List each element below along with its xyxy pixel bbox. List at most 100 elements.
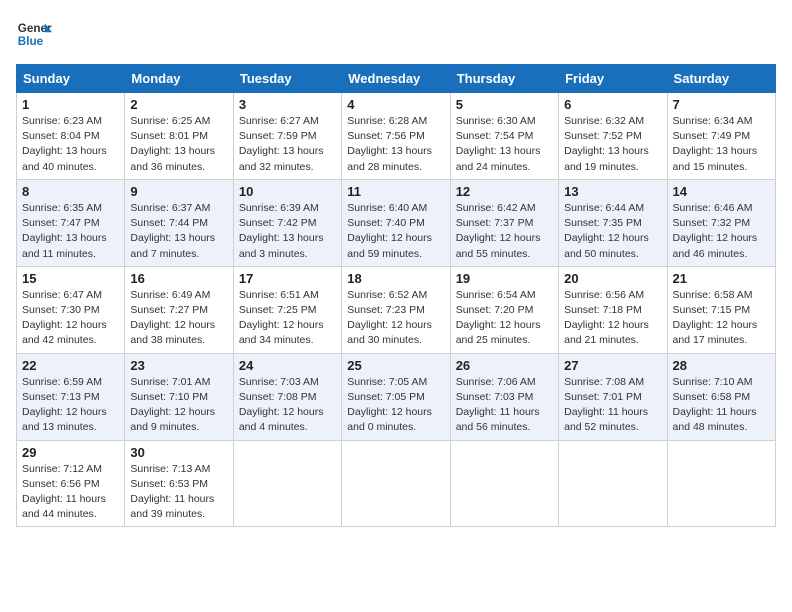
col-header-tuesday: Tuesday — [233, 65, 341, 93]
day-number: 10 — [239, 184, 336, 199]
day-info: Sunrise: 7:05 AMSunset: 7:05 PMDaylight:… — [347, 375, 444, 436]
day-number: 25 — [347, 358, 444, 373]
logo-icon: General Blue — [16, 16, 52, 52]
day-number: 14 — [673, 184, 770, 199]
day-cell-21: 21 Sunrise: 6:58 AMSunset: 7:15 PMDayligh… — [667, 266, 775, 353]
day-cell-6: 6Sunrise: 6:32 AMSunset: 7:52 PMDaylight… — [559, 93, 667, 180]
day-info: Sunrise: 6:27 AMSunset: 7:59 PMDaylight:… — [239, 114, 336, 175]
day-info: Sunrise: 7:10 AMSunset: 6:58 PMDaylight:… — [673, 375, 770, 436]
day-cell-26: 26 Sunrise: 7:06 AMSunset: 7:03 PMDayligh… — [450, 353, 558, 440]
day-number: 27 — [564, 358, 661, 373]
day-info: Sunrise: 6:56 AMSunset: 7:18 PMDaylight:… — [564, 288, 661, 349]
empty-cell — [559, 440, 667, 527]
day-cell-29: 29Sunrise: 7:12 AMSunset: 6:56 PMDayligh… — [17, 440, 125, 527]
day-number: 13 — [564, 184, 661, 199]
day-cell-8: 8 Sunrise: 6:35 AMSunset: 7:47 PMDaylight… — [17, 179, 125, 266]
day-number: 18 — [347, 271, 444, 286]
day-number: 20 — [564, 271, 661, 286]
col-header-wednesday: Wednesday — [342, 65, 450, 93]
day-cell-9: 9 Sunrise: 6:37 AMSunset: 7:44 PMDaylight… — [125, 179, 233, 266]
week-row-4: 22 Sunrise: 6:59 AMSunset: 7:13 PMDayligh… — [17, 353, 776, 440]
day-number: 8 — [22, 184, 119, 199]
day-info: Sunrise: 7:01 AMSunset: 7:10 PMDaylight:… — [130, 375, 227, 436]
day-cell-1: 1Sunrise: 6:23 AMSunset: 8:04 PMDaylight… — [17, 93, 125, 180]
day-cell-22: 22 Sunrise: 6:59 AMSunset: 7:13 PMDayligh… — [17, 353, 125, 440]
day-number: 15 — [22, 271, 119, 286]
empty-cell — [450, 440, 558, 527]
day-cell-18: 18 Sunrise: 6:52 AMSunset: 7:23 PMDayligh… — [342, 266, 450, 353]
day-cell-23: 23Sunrise: 7:01 AMSunset: 7:10 PMDayligh… — [125, 353, 233, 440]
page-header: General Blue — [16, 16, 776, 52]
day-info: Sunrise: 6:37 AMSunset: 7:44 PMDaylight:… — [130, 201, 227, 262]
day-number: 9 — [130, 184, 227, 199]
day-info: Sunrise: 6:39 AMSunset: 7:42 PMDaylight:… — [239, 201, 336, 262]
day-cell-27: 27Sunrise: 7:08 AMSunset: 7:01 PMDayligh… — [559, 353, 667, 440]
day-number: 12 — [456, 184, 553, 199]
day-cell-4: 4 Sunrise: 6:28 AMSunset: 7:56 PMDaylight… — [342, 93, 450, 180]
logo: General Blue — [16, 16, 52, 52]
week-row-1: 1Sunrise: 6:23 AMSunset: 8:04 PMDaylight… — [17, 93, 776, 180]
day-number: 2 — [130, 97, 227, 112]
day-info: Sunrise: 6:32 AMSunset: 7:52 PMDaylight:… — [564, 114, 661, 175]
day-number: 28 — [673, 358, 770, 373]
day-number: 7 — [673, 97, 770, 112]
day-info: Sunrise: 6:54 AMSunset: 7:20 PMDaylight:… — [456, 288, 553, 349]
day-number: 22 — [22, 358, 119, 373]
calendar-header-row: SundayMondayTuesdayWednesdayThursdayFrid… — [17, 65, 776, 93]
day-cell-2: 2 Sunrise: 6:25 AMSunset: 8:01 PMDaylight… — [125, 93, 233, 180]
day-info: Sunrise: 6:46 AMSunset: 7:32 PMDaylight:… — [673, 201, 770, 262]
day-info: Sunrise: 6:47 AMSunset: 7:30 PMDaylight:… — [22, 288, 119, 349]
day-cell-30: 30Sunrise: 7:13 AMSunset: 6:53 PMDayligh… — [125, 440, 233, 527]
day-number: 21 — [673, 271, 770, 286]
day-info: Sunrise: 6:25 AMSunset: 8:01 PMDaylight:… — [130, 114, 227, 175]
day-number: 29 — [22, 445, 119, 460]
day-cell-25: 25 Sunrise: 7:05 AMSunset: 7:05 PMDayligh… — [342, 353, 450, 440]
day-cell-13: 13 Sunrise: 6:44 AMSunset: 7:35 PMDayligh… — [559, 179, 667, 266]
calendar-table: SundayMondayTuesdayWednesdayThursdayFrid… — [16, 64, 776, 527]
col-header-saturday: Saturday — [667, 65, 775, 93]
day-cell-16: 16 Sunrise: 6:49 AMSunset: 7:27 PMDayligh… — [125, 266, 233, 353]
day-cell-19: 19 Sunrise: 6:54 AMSunset: 7:20 PMDayligh… — [450, 266, 558, 353]
day-number: 26 — [456, 358, 553, 373]
day-info: Sunrise: 6:28 AMSunset: 7:56 PMDaylight:… — [347, 114, 444, 175]
day-info: Sunrise: 6:51 AMSunset: 7:25 PMDaylight:… — [239, 288, 336, 349]
day-info: Sunrise: 6:35 AMSunset: 7:47 PMDaylight:… — [22, 201, 119, 262]
day-number: 24 — [239, 358, 336, 373]
day-cell-11: 11 Sunrise: 6:40 AMSunset: 7:40 PMDayligh… — [342, 179, 450, 266]
day-cell-12: 12 Sunrise: 6:42 AMSunset: 7:37 PMDayligh… — [450, 179, 558, 266]
empty-cell — [667, 440, 775, 527]
day-number: 19 — [456, 271, 553, 286]
day-cell-5: 5 Sunrise: 6:30 AMSunset: 7:54 PMDaylight… — [450, 93, 558, 180]
day-number: 17 — [239, 271, 336, 286]
day-cell-3: 3Sunrise: 6:27 AMSunset: 7:59 PMDaylight… — [233, 93, 341, 180]
empty-cell — [233, 440, 341, 527]
day-cell-15: 15 Sunrise: 6:47 AMSunset: 7:30 PMDayligh… — [17, 266, 125, 353]
day-cell-17: 17 Sunrise: 6:51 AMSunset: 7:25 PMDayligh… — [233, 266, 341, 353]
day-cell-7: 7Sunrise: 6:34 AMSunset: 7:49 PMDaylight… — [667, 93, 775, 180]
day-info: Sunrise: 6:49 AMSunset: 7:27 PMDaylight:… — [130, 288, 227, 349]
day-number: 11 — [347, 184, 444, 199]
col-header-monday: Monday — [125, 65, 233, 93]
day-cell-28: 28 Sunrise: 7:10 AMSunset: 6:58 PMDayligh… — [667, 353, 775, 440]
day-number: 16 — [130, 271, 227, 286]
day-info: Sunrise: 6:58 AMSunset: 7:15 PMDaylight:… — [673, 288, 770, 349]
day-info: Sunrise: 6:44 AMSunset: 7:35 PMDaylight:… — [564, 201, 661, 262]
day-info: Sunrise: 7:03 AMSunset: 7:08 PMDaylight:… — [239, 375, 336, 436]
day-number: 30 — [130, 445, 227, 460]
day-info: Sunrise: 6:59 AMSunset: 7:13 PMDaylight:… — [22, 375, 119, 436]
col-header-thursday: Thursday — [450, 65, 558, 93]
week-row-5: 29Sunrise: 7:12 AMSunset: 6:56 PMDayligh… — [17, 440, 776, 527]
col-header-sunday: Sunday — [17, 65, 125, 93]
day-cell-10: 10 Sunrise: 6:39 AMSunset: 7:42 PMDayligh… — [233, 179, 341, 266]
day-info: Sunrise: 6:30 AMSunset: 7:54 PMDaylight:… — [456, 114, 553, 175]
day-info: Sunrise: 6:23 AMSunset: 8:04 PMDaylight:… — [22, 114, 119, 175]
empty-cell — [342, 440, 450, 527]
day-info: Sunrise: 6:52 AMSunset: 7:23 PMDaylight:… — [347, 288, 444, 349]
day-number: 5 — [456, 97, 553, 112]
day-number: 4 — [347, 97, 444, 112]
day-cell-14: 14 Sunrise: 6:46 AMSunset: 7:32 PMDayligh… — [667, 179, 775, 266]
day-info: Sunrise: 6:42 AMSunset: 7:37 PMDaylight:… — [456, 201, 553, 262]
day-info: Sunrise: 6:40 AMSunset: 7:40 PMDaylight:… — [347, 201, 444, 262]
day-info: Sunrise: 7:06 AMSunset: 7:03 PMDaylight:… — [456, 375, 553, 436]
day-cell-20: 20 Sunrise: 6:56 AMSunset: 7:18 PMDayligh… — [559, 266, 667, 353]
